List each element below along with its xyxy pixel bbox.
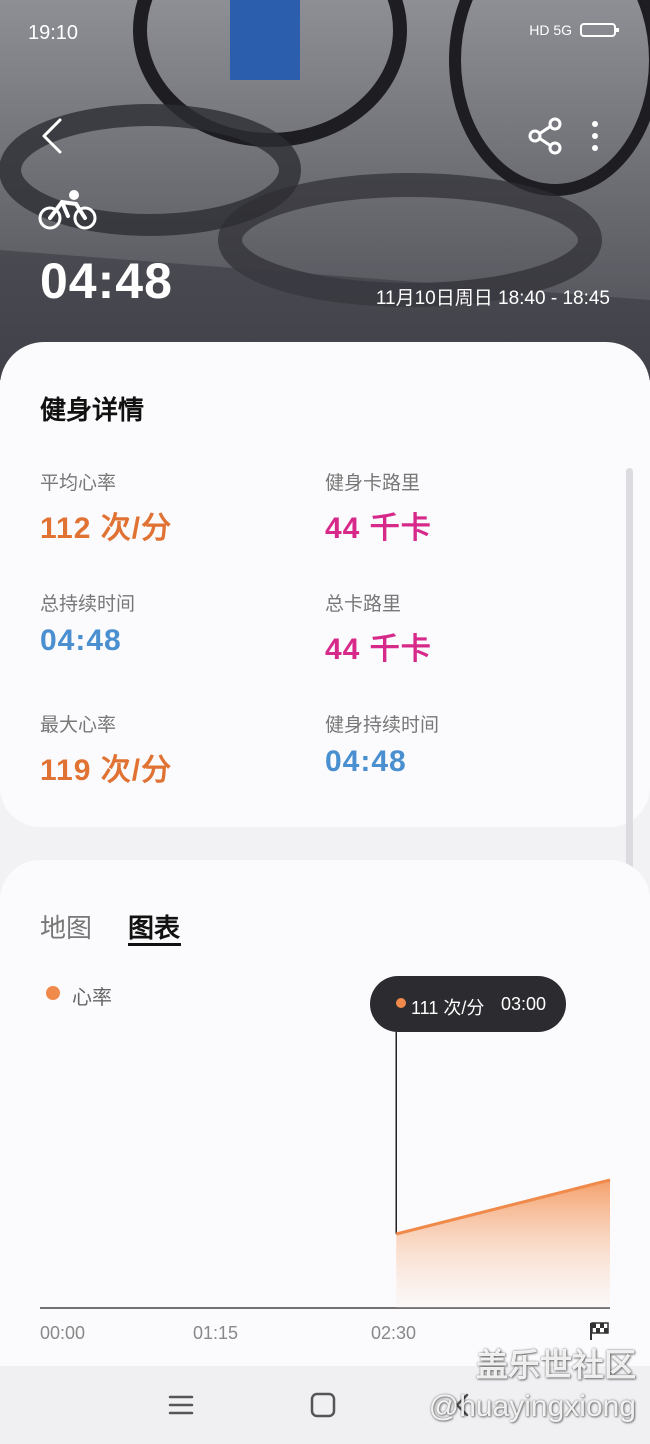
watermark: 盖乐世社区 @huayingxiong (429, 1340, 636, 1424)
heart-rate-area (396, 1180, 610, 1308)
tooltip-dot (396, 998, 406, 1008)
heart-rate-chart[interactable] (0, 0, 650, 1444)
tooltip-time: 03:00 (501, 994, 547, 1014)
watermark-handle: @huayingxiong (428, 1390, 636, 1423)
chart-tooltip: 111 次/分 03:00 (370, 976, 566, 1032)
watermark-site: 盖乐世社区 (475, 1347, 636, 1383)
x-tick-label: 01:15 (193, 1323, 239, 1343)
recent-apps-icon[interactable] (164, 1388, 198, 1422)
x-tick-label: 02:30 (371, 1323, 417, 1343)
home-icon[interactable] (306, 1388, 340, 1422)
tooltip-value: 111 次/分 (411, 998, 485, 1018)
finish-flag-icon (590, 1322, 609, 1340)
x-tick-label: 00:00 (40, 1323, 86, 1343)
